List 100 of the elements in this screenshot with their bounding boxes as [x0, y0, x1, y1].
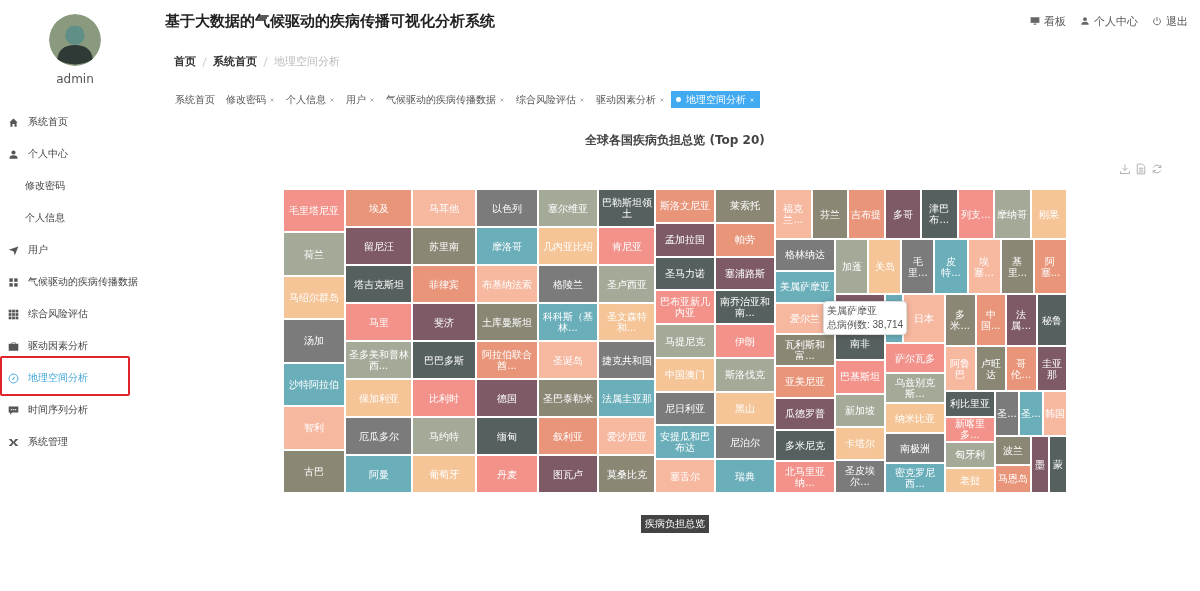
treemap-tile: 瓦利斯和富...: [775, 334, 835, 366]
treemap-tile: 叙利亚: [538, 417, 598, 455]
treemap-tile: 纳米比亚: [885, 403, 945, 434]
treemap-tile: 塞舌尔: [655, 459, 715, 494]
avatar: [49, 14, 101, 66]
treemap-tile: 圣文森特和...: [598, 303, 655, 341]
treemap-tile: 圣皮埃尔...: [835, 459, 885, 494]
treemap-tile: 圣...: [995, 391, 1019, 436]
treemap-tile: 卢旺达: [975, 346, 1006, 391]
treemap-tile: 圣卢西亚: [598, 265, 655, 303]
treemap-tile: 圣...: [1019, 391, 1043, 436]
treemap-tile: 哥伦...: [1006, 346, 1037, 391]
breadcrumb-link[interactable]: 首页: [174, 54, 196, 69]
treemap-tile: 沙特阿拉伯: [283, 362, 345, 407]
treemap-tile: 基里...: [1000, 239, 1034, 294]
menu-item[interactable]: 个人中心: [0, 138, 150, 170]
user-name: admin: [56, 72, 94, 86]
treemap-tile: 格陵兰: [538, 265, 598, 303]
treemap-tile: 莫桑比克: [598, 455, 655, 493]
menu-item[interactable]: 驱动因素分析: [0, 330, 150, 362]
treemap-tile: 密克罗尼西...: [885, 463, 945, 493]
treemap-tile: 格林纳达: [775, 239, 835, 271]
menu-item[interactable]: 系统首页: [0, 106, 150, 138]
submenu-item[interactable]: 修改密码: [0, 170, 65, 202]
treemap-tile: 马提尼克: [655, 324, 715, 358]
treemap-tile: 德国: [476, 379, 538, 417]
treemap-tile: 巴巴多斯: [412, 341, 476, 379]
header-link[interactable]: 个人中心: [1080, 13, 1138, 29]
treemap-tile: 阿鲁巴: [945, 346, 976, 391]
treemap-tile: 巴勒斯坦领土: [598, 189, 655, 227]
treemap-tile: 智利: [283, 406, 345, 450]
chart-title: 全球各国疾病负担总览 (Top 20): [585, 132, 765, 149]
header-link[interactable]: 看板: [1030, 13, 1066, 29]
menu-item[interactable]: 气候驱动的疾病传播数据: [0, 266, 150, 298]
treemap-tile: 埃塞...: [967, 239, 1001, 294]
treemap-tile: 日本: [903, 294, 945, 344]
document-icon[interactable]: [1135, 163, 1147, 175]
treemap-tile: 葡萄牙: [412, 455, 476, 493]
header-link[interactable]: 退出: [1152, 13, 1188, 29]
tab[interactable]: 驱动因素分析: [591, 91, 670, 108]
close-icon[interactable]: [659, 96, 665, 103]
close-icon[interactable]: [499, 96, 505, 103]
treemap-tile: 巴布亚新几内亚: [655, 290, 715, 325]
treemap-tile: 瑞典: [715, 459, 775, 494]
menu-item[interactable]: 用户: [0, 234, 150, 266]
treemap-tile: 南乔治亚和南...: [715, 290, 775, 325]
submenu-item[interactable]: 个人信息: [0, 202, 65, 234]
treemap-tile: 南极洲: [885, 433, 945, 464]
user-icon: [1080, 16, 1090, 26]
home-icon: [8, 116, 19, 128]
grid-icon: [8, 308, 19, 320]
tab[interactable]: 系统首页: [170, 91, 220, 108]
monitor-icon: [1030, 16, 1040, 26]
treemap-tile: 圣马力诺: [655, 256, 715, 291]
tab[interactable]: 修改密码: [221, 91, 280, 108]
tab[interactable]: 气候驱动的疾病传播数据: [381, 91, 510, 108]
treemap-tile: 法属圭亚那: [598, 379, 655, 417]
treemap-tile: 瓜德罗普: [775, 397, 835, 430]
menu-item[interactable]: 时间序列分析: [0, 394, 150, 426]
close-icon[interactable]: [369, 96, 375, 103]
refresh-icon[interactable]: [1151, 163, 1163, 175]
treemap-tile: 中国澳门: [655, 357, 715, 392]
treemap-tile: 秘鲁: [1036, 294, 1067, 346]
treemap-tile: 马耳他: [412, 189, 476, 227]
menu-item[interactable]: 系统管理: [0, 426, 150, 458]
treemap-tile: 列支...: [957, 189, 994, 239]
treemap-tile: 荷兰: [283, 232, 345, 276]
treemap-tile: 福克兰...: [775, 189, 812, 239]
treemap-tile: 马约特: [412, 417, 476, 455]
treemap-tile: 刚果: [1030, 189, 1067, 239]
breadcrumb-label[interactable]: 疾病负担总览: [641, 515, 709, 533]
treemap-tile: 图瓦卢: [538, 455, 598, 493]
treemap-tile: 芬兰: [811, 189, 848, 239]
tab[interactable]: 个人信息: [281, 91, 340, 108]
briefcase-icon: [8, 340, 19, 352]
treemap-tile: 阿曼: [345, 455, 412, 493]
treemap-tile: 帕劳: [715, 222, 775, 257]
treemap-tile: 关岛: [868, 239, 902, 294]
close-icon[interactable]: [269, 96, 275, 103]
compass-icon: [8, 372, 19, 384]
close-icon[interactable]: [579, 96, 585, 103]
menu-item[interactable]: 综合风险评估: [0, 298, 150, 330]
user-icon: [8, 148, 19, 160]
power-icon: [1152, 16, 1162, 26]
treemap-tile: 斯洛伐克: [715, 357, 775, 392]
close-icon[interactable]: [329, 96, 335, 103]
treemap-tile: 厄瓜多尔: [345, 417, 412, 455]
treemap-tile: 法属...: [1006, 294, 1037, 346]
tab[interactable]: 综合风险评估: [511, 91, 590, 108]
treemap-tile: 多米尼克: [775, 429, 835, 462]
treemap-tile: 新喀里多...: [945, 416, 995, 442]
download-icon[interactable]: [1119, 163, 1131, 175]
tab[interactable]: 用户: [341, 91, 380, 108]
breadcrumb-link[interactable]: 系统首页: [213, 54, 257, 69]
treemap-tile: 圣多美和普林西...: [345, 341, 412, 379]
treemap-tile: 亚美尼亚: [775, 366, 835, 398]
treemap-tile: 马恩岛: [995, 464, 1031, 493]
treemap-tile: 古巴: [283, 449, 345, 493]
chat-icon: [8, 404, 19, 416]
treemap-tile: 保加利亚: [345, 379, 412, 417]
